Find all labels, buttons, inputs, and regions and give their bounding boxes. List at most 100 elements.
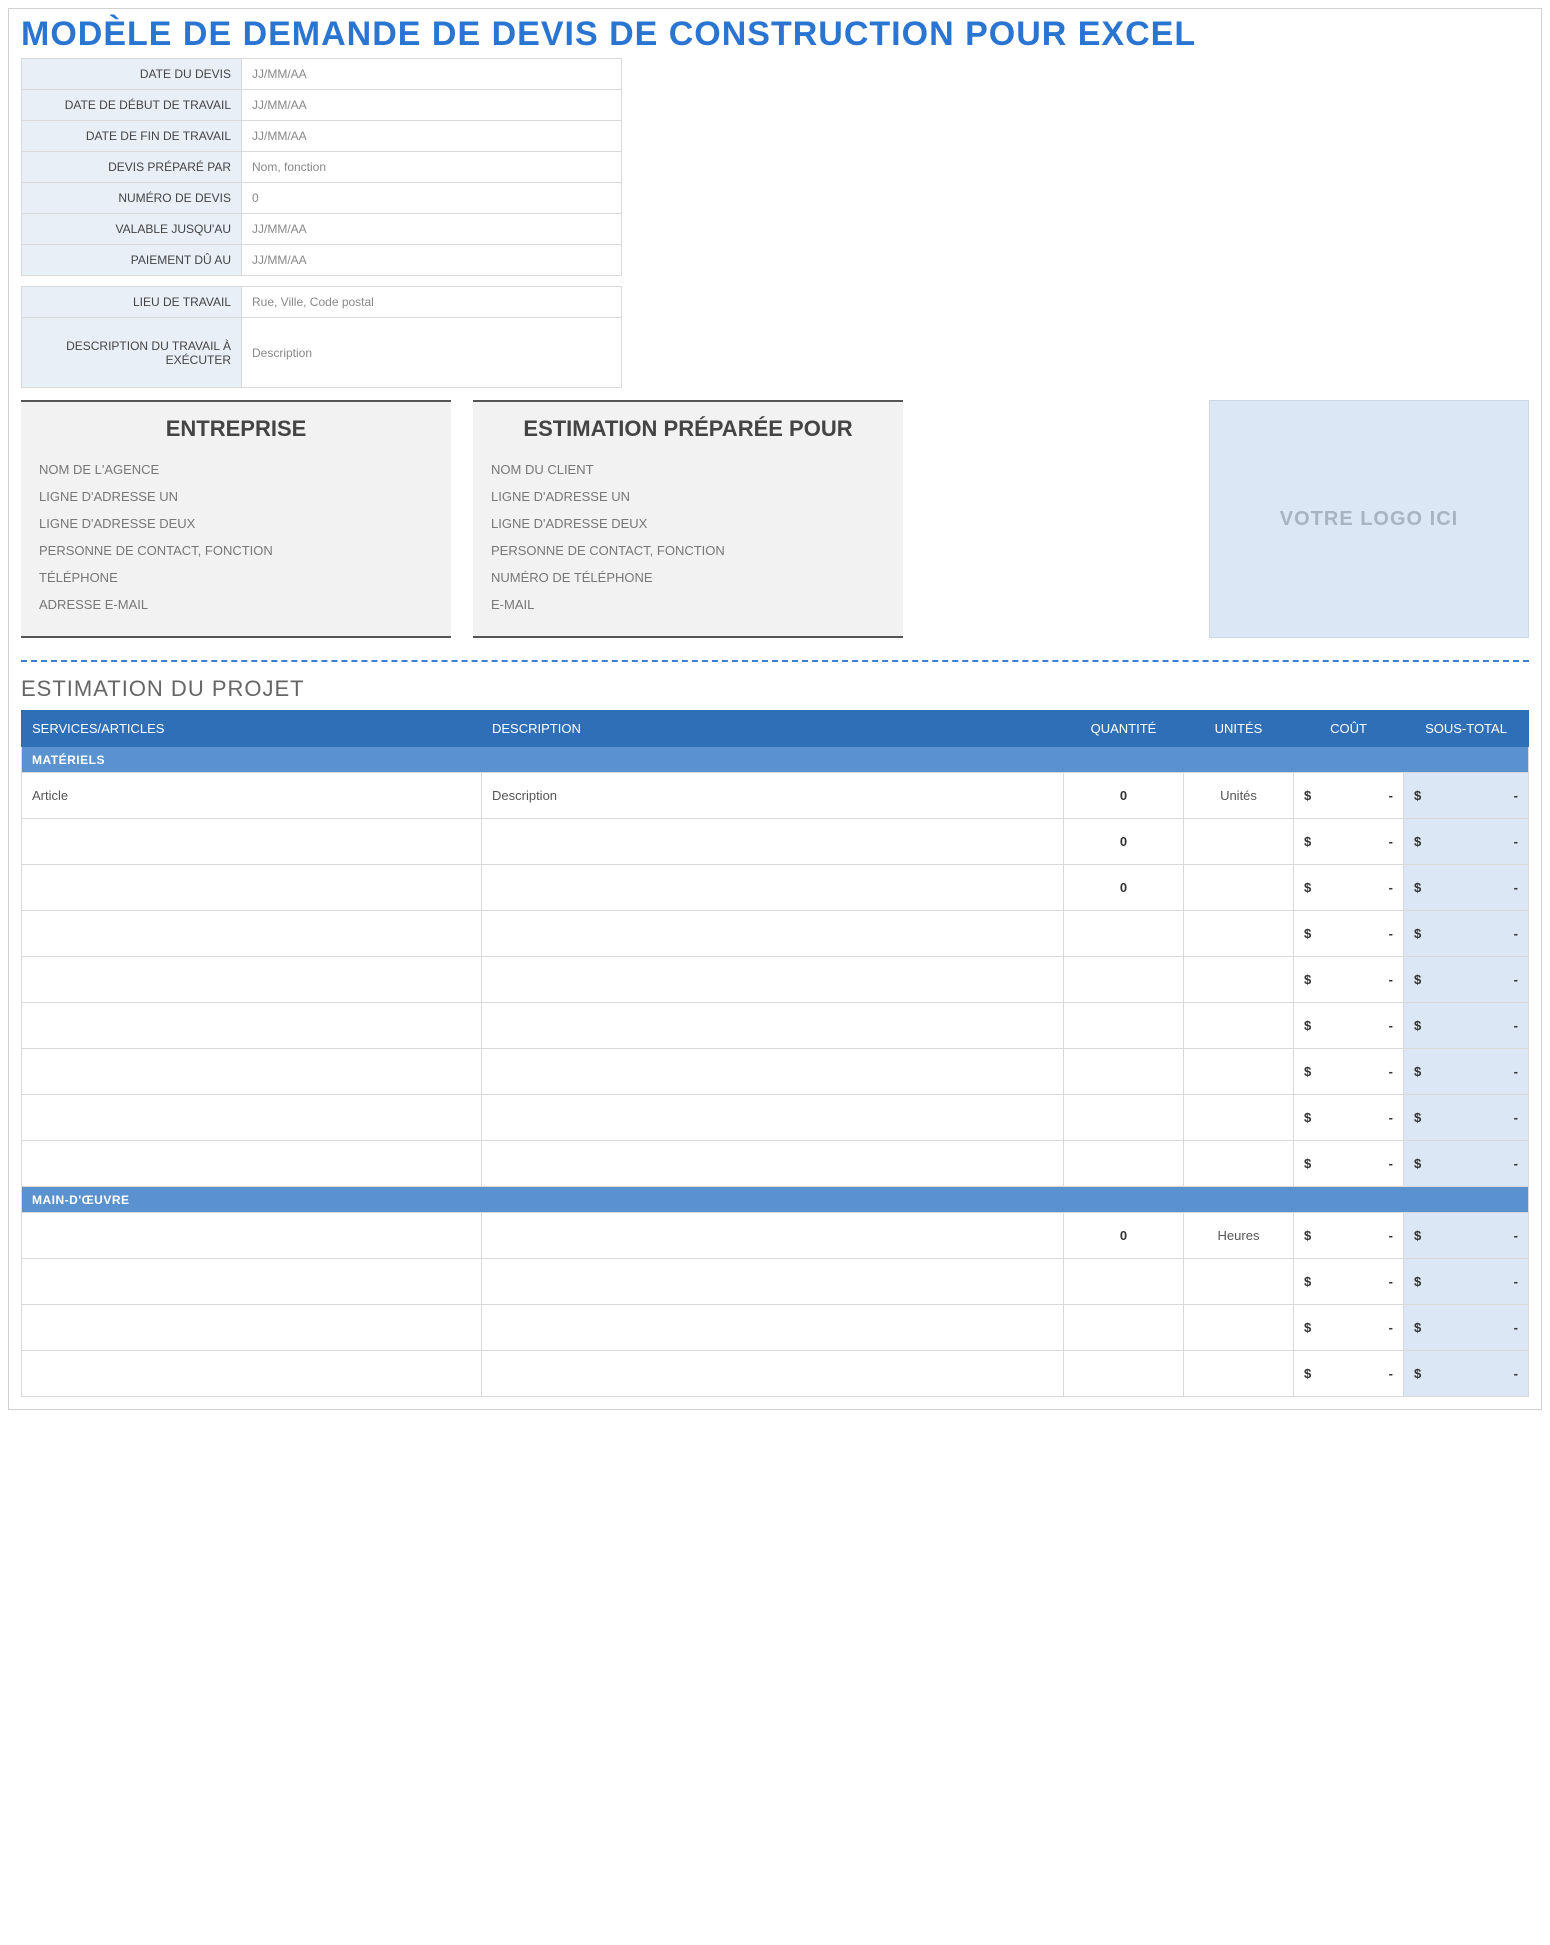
cell-description[interactable] [482,957,1064,1003]
cell-units[interactable] [1184,1351,1294,1397]
cell-service[interactable]: Article [22,773,482,819]
cell-service[interactable] [22,911,482,957]
cell-service[interactable] [22,957,482,1003]
company-line[interactable]: TÉLÉPHONE [39,564,433,591]
cell-description[interactable]: Description [482,773,1064,819]
company-line[interactable]: NOM DE L'AGENCE [39,456,433,483]
cell-qty[interactable] [1064,1259,1184,1305]
cell-service[interactable] [22,1141,482,1187]
client-line[interactable]: NOM DU CLIENT [491,456,885,483]
cell-cost[interactable]: $- [1294,865,1404,911]
cell-service[interactable] [22,1305,482,1351]
cell-service[interactable] [22,1049,482,1095]
cell-description[interactable] [482,1259,1064,1305]
cell-units[interactable] [1184,957,1294,1003]
cell-qty[interactable] [1064,1003,1184,1049]
meta-value[interactable]: JJ/MM/AA [242,59,622,90]
cell-subtotal[interactable]: $- [1404,1213,1529,1259]
meta-value[interactable]: JJ/MM/AA [242,245,622,276]
cell-description[interactable] [482,1305,1064,1351]
cell-cost[interactable]: $- [1294,1351,1404,1397]
cell-cost[interactable]: $- [1294,1003,1404,1049]
client-line[interactable]: NUMÉRO DE TÉLÉPHONE [491,564,885,591]
cell-units[interactable]: Unités [1184,773,1294,819]
client-line[interactable]: E-MAIL [491,591,885,618]
cell-qty[interactable] [1064,1141,1184,1187]
cell-qty[interactable]: 0 [1064,1213,1184,1259]
cell-service[interactable] [22,1095,482,1141]
cell-qty[interactable] [1064,911,1184,957]
cell-cost[interactable]: $- [1294,911,1404,957]
cell-subtotal[interactable]: $- [1404,1049,1529,1095]
cell-subtotal[interactable]: $- [1404,1259,1529,1305]
cell-cost[interactable]: $- [1294,957,1404,1003]
cell-cost[interactable]: $- [1294,1259,1404,1305]
company-line[interactable]: LIGNE D'ADRESSE UN [39,483,433,510]
client-line[interactable]: LIGNE D'ADRESSE UN [491,483,885,510]
cell-service[interactable] [22,1003,482,1049]
cell-subtotal[interactable]: $- [1404,1305,1529,1351]
cell-qty[interactable] [1064,1095,1184,1141]
cell-units[interactable] [1184,911,1294,957]
cell-units[interactable] [1184,1049,1294,1095]
cell-qty[interactable]: 0 [1064,773,1184,819]
cell-units[interactable] [1184,1003,1294,1049]
cell-cost[interactable]: $- [1294,1213,1404,1259]
cell-qty[interactable] [1064,1305,1184,1351]
cell-description[interactable] [482,1213,1064,1259]
cell-qty[interactable]: 0 [1064,865,1184,911]
cell-qty[interactable] [1064,1351,1184,1397]
cell-service[interactable] [22,1213,482,1259]
cell-cost[interactable]: $- [1294,819,1404,865]
cell-subtotal[interactable]: $- [1404,911,1529,957]
cell-service[interactable] [22,1351,482,1397]
company-line[interactable]: ADRESSE E-MAIL [39,591,433,618]
cell-units[interactable] [1184,1305,1294,1351]
cell-subtotal[interactable]: $- [1404,865,1529,911]
cell-description[interactable] [482,1003,1064,1049]
company-line[interactable]: LIGNE D'ADRESSE DEUX [39,510,433,537]
cell-description[interactable] [482,819,1064,865]
meta-value[interactable]: Nom, fonction [242,152,622,183]
client-line[interactable]: LIGNE D'ADRESSE DEUX [491,510,885,537]
company-line[interactable]: PERSONNE DE CONTACT, FONCTION [39,537,433,564]
cell-description[interactable] [482,1095,1064,1141]
cell-service[interactable] [22,865,482,911]
logo-placeholder[interactable]: VOTRE LOGO ICI [1209,400,1529,638]
cell-cost[interactable]: $- [1294,1095,1404,1141]
cell-description[interactable] [482,911,1064,957]
cell-description[interactable] [482,865,1064,911]
cell-subtotal[interactable]: $- [1404,1095,1529,1141]
meta-value[interactable]: JJ/MM/AA [242,90,622,121]
cell-subtotal[interactable]: $- [1404,1351,1529,1397]
meta-value[interactable]: JJ/MM/AA [242,121,622,152]
cell-subtotal[interactable]: $- [1404,1141,1529,1187]
meta-value[interactable]: JJ/MM/AA [242,214,622,245]
cell-description[interactable] [482,1049,1064,1095]
cell-units[interactable] [1184,865,1294,911]
cell-qty[interactable] [1064,1049,1184,1095]
meta-value[interactable]: 0 [242,183,622,214]
cell-subtotal[interactable]: $- [1404,819,1529,865]
cell-cost[interactable]: $- [1294,1305,1404,1351]
cell-subtotal[interactable]: $- [1404,773,1529,819]
cell-units[interactable] [1184,1141,1294,1187]
cell-cost[interactable]: $- [1294,1049,1404,1095]
client-line[interactable]: PERSONNE DE CONTACT, FONCTION [491,537,885,564]
cell-units[interactable] [1184,819,1294,865]
cell-service[interactable] [22,1259,482,1305]
cell-units[interactable] [1184,1095,1294,1141]
cell-units[interactable] [1184,1259,1294,1305]
cell-qty[interactable]: 0 [1064,819,1184,865]
meta-value[interactable]: Rue, Ville, Code postal [242,287,622,318]
cell-subtotal[interactable]: $- [1404,957,1529,1003]
cell-description[interactable] [482,1141,1064,1187]
cell-description[interactable] [482,1351,1064,1397]
cell-cost[interactable]: $- [1294,773,1404,819]
cell-subtotal[interactable]: $- [1404,1003,1529,1049]
cell-qty[interactable] [1064,957,1184,1003]
cell-service[interactable] [22,819,482,865]
meta-value[interactable]: Description [242,318,622,388]
cell-units[interactable]: Heures [1184,1213,1294,1259]
cell-cost[interactable]: $- [1294,1141,1404,1187]
